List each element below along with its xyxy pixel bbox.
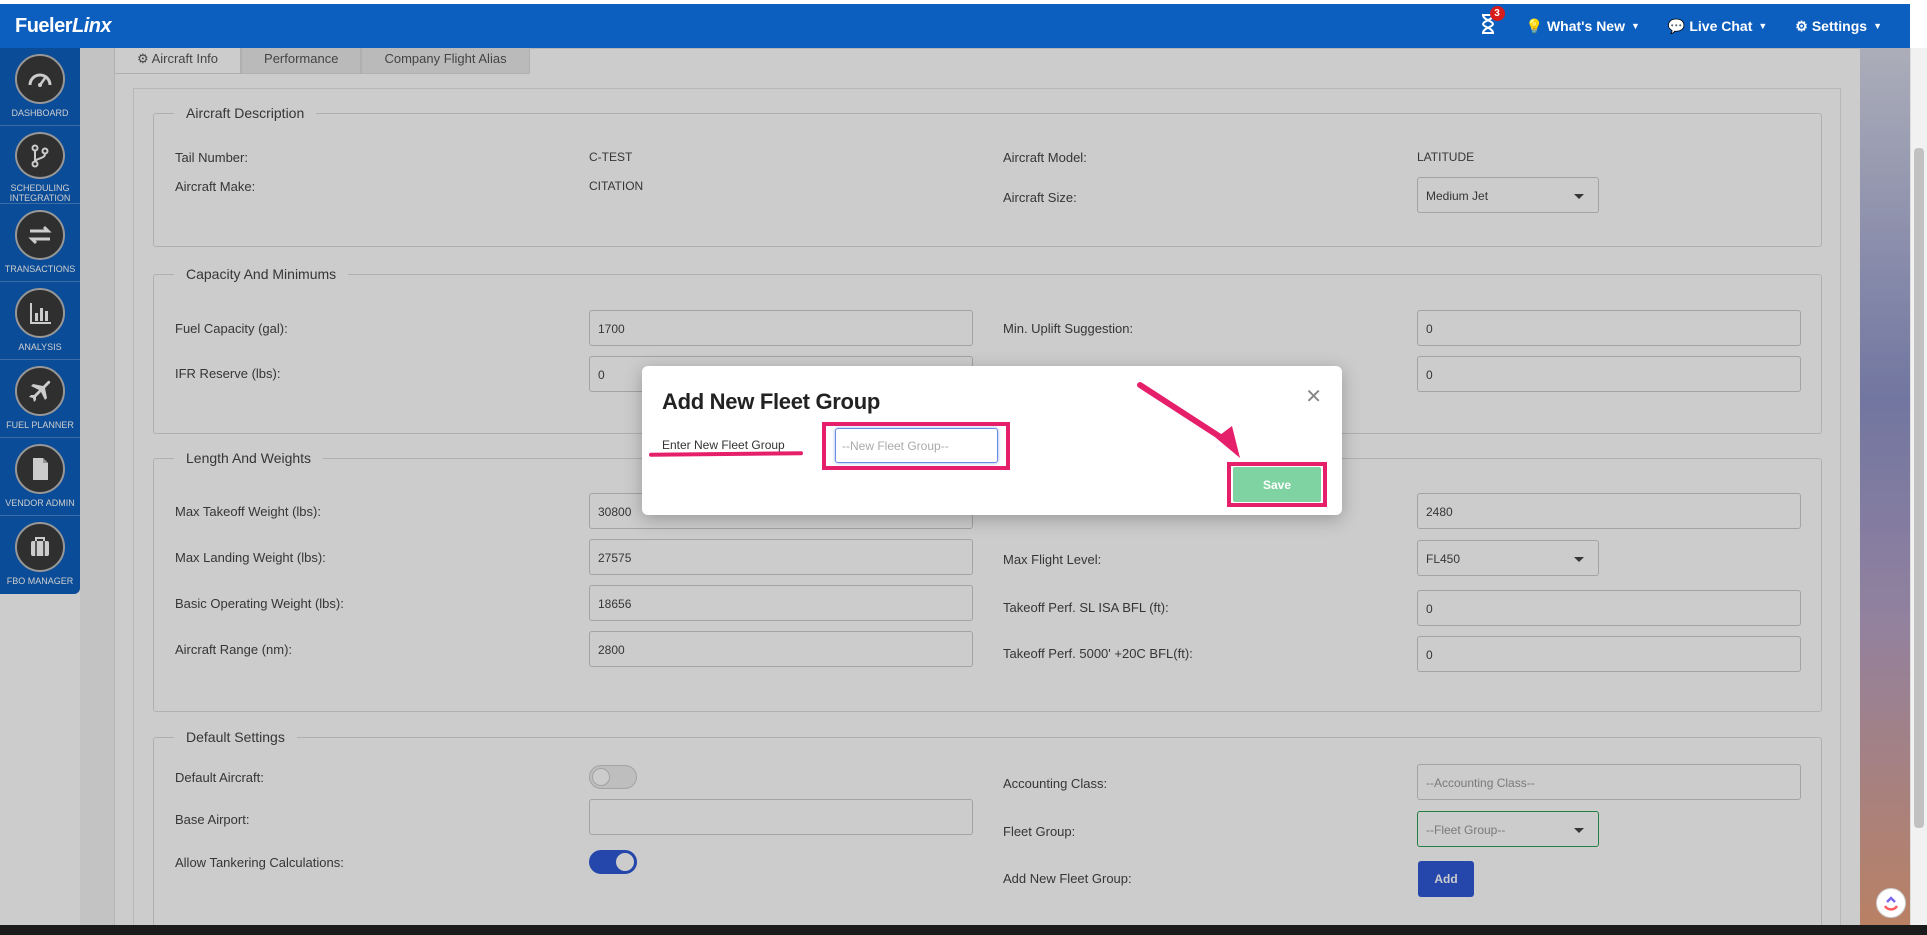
hourglass-icon[interactable]: 3	[1480, 5, 1505, 39]
annotation-underline	[648, 451, 804, 457]
modal-title: Add New Fleet Group	[662, 389, 880, 414]
caret-down-icon: ▼	[1873, 21, 1882, 31]
gear-icon: ⚙	[1795, 17, 1808, 34]
fleet-group-field-label: Enter New Fleet Group	[662, 438, 785, 452]
whats-new-label: What's New	[1546, 18, 1625, 34]
notification-badge: 3	[1489, 5, 1505, 21]
settings-menu[interactable]: ⚙ Settings ▼	[1795, 18, 1882, 35]
live-chat-label: Live Chat	[1689, 18, 1753, 34]
vertical-scrollbar[interactable]	[1910, 48, 1927, 925]
chat-bubbles-icon: 💬	[1667, 17, 1686, 34]
annotation-arrow	[1137, 382, 1240, 458]
close-icon[interactable]: ✕	[1305, 384, 1322, 409]
settings-label: Settings	[1811, 18, 1868, 34]
caret-down-icon: ▼	[1630, 21, 1640, 31]
whats-new-menu[interactable]: 💡 What's New ▼	[1526, 18, 1640, 35]
save-button[interactable]: Save	[1233, 467, 1321, 502]
bottom-bar	[0, 925, 1927, 935]
lightbulb-icon: 💡	[1525, 17, 1543, 34]
live-chat-menu[interactable]: 💬 Live Chat ▼	[1668, 18, 1767, 35]
top-navbar: FuelerLinx 3 💡 What's New ▼ 💬 Live Chat …	[0, 4, 1910, 48]
caret-down-icon: ▼	[1758, 21, 1768, 31]
chat-widget-icon[interactable]	[1876, 888, 1906, 918]
fuelerlinx-logo[interactable]: FuelerLinx	[15, 15, 112, 38]
new-fleet-group-input[interactable]	[835, 428, 998, 463]
